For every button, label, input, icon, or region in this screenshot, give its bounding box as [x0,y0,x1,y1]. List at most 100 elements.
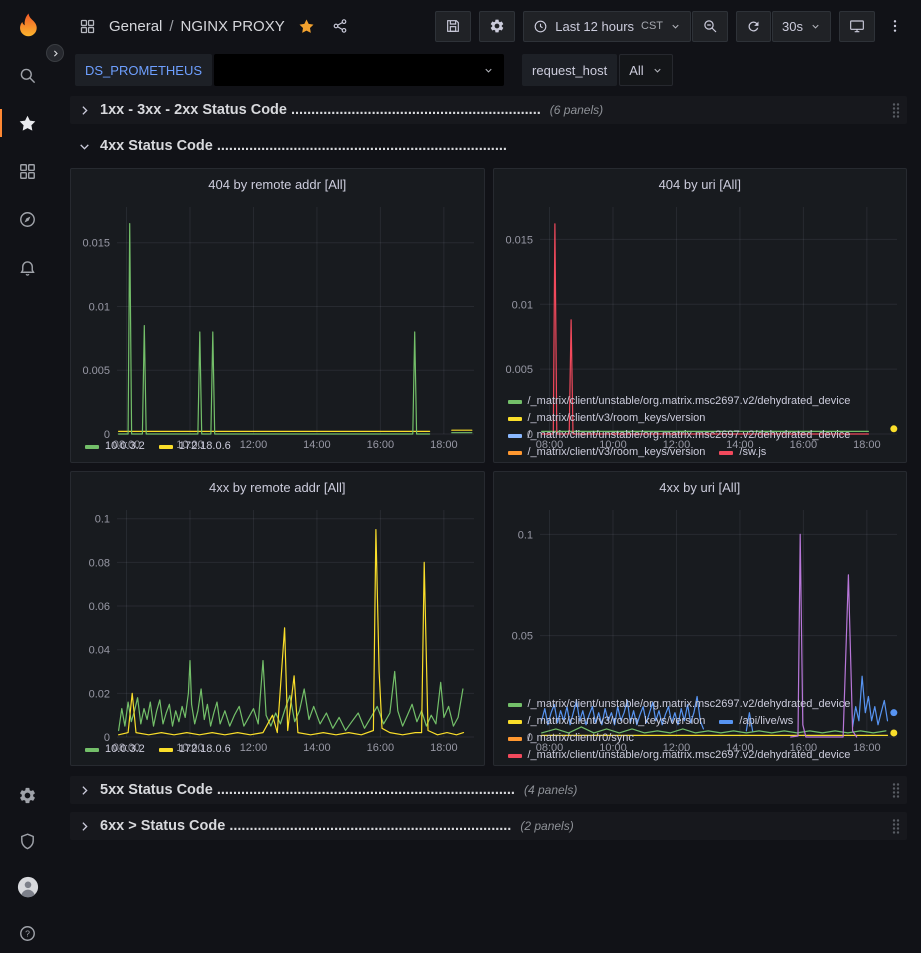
apps-icon [18,162,37,181]
legend-item[interactable]: /_matrix/client/r0/sync [508,731,634,746]
chevron-down-icon [810,21,821,32]
dashboard-settings-button[interactable] [479,11,515,42]
chart-404-by-uri[interactable]: 08:0010:0012:0014:0016:0018:0000.0050.01… [494,199,907,392]
legend-item[interactable]: /sw.js [719,445,766,460]
zoom-out-icon [702,18,718,34]
sidebar-item-alerting[interactable] [0,257,55,277]
favorite-star-button[interactable] [294,14,319,39]
breadcrumb-section[interactable]: General [109,18,162,35]
time-range-picker[interactable]: Last 12 hours CST [523,11,691,42]
zoom-out-button[interactable] [692,11,728,42]
refresh-interval-picker[interactable]: 30s [772,11,831,42]
kebab-menu-button[interactable] [883,14,907,38]
legend-item[interactable]: /_matrix/client/unstable/org.matrix.msc2… [508,697,851,712]
dashboard-row-6xx[interactable]: 6xx > Status Code ......................… [70,812,907,840]
dashboard-row-1xx-3xx-2xx[interactable]: 1xx - 3xx - 2xx Status Code ............… [70,96,907,124]
chevron-down-icon [670,21,681,32]
chart-svg: 08:0010:0012:0014:0016:0018:0000.0050.01… [71,199,484,452]
legend: 10.0.3.2 172.18.0.6 [71,740,484,765]
datasource-value-dropdown[interactable] [214,54,504,86]
svg-text:0.1: 0.1 [95,514,110,526]
sidebar-item-starred[interactable] [0,113,55,133]
legend-item[interactable]: 10.0.3.2 [85,439,145,454]
active-section-indicator [0,109,2,137]
legend-item[interactable]: /_matrix/client/v3/room_keys/version [508,714,706,729]
chart-404-by-remote-addr[interactable]: 08:0010:0012:0014:0016:0018:0000.0050.01… [71,199,484,437]
chevron-right-icon [51,49,60,58]
gear-icon [18,786,37,805]
timezone-badge: CST [641,20,663,32]
legend-swatch [719,720,733,724]
legend-swatch [508,451,522,455]
panel-title-bar[interactable]: 404 by remote addr [All] [71,169,484,199]
panel-title-bar[interactable]: 4xx by remote addr [All] [71,472,484,502]
legend-item[interactable]: /api/live/ws [719,714,793,729]
save-icon [445,18,461,34]
sidebar-item-dashboards[interactable] [0,161,55,181]
sidebar-item-explore[interactable] [0,209,55,229]
legend-item[interactable]: /_matrix/client/unstable/org.matrix.msc2… [508,394,851,409]
chevron-down-icon [483,65,494,76]
panel-title: 404 by uri [All] [659,177,741,192]
sidebar-item-server-admin[interactable] [0,831,55,851]
legend-item[interactable]: /_matrix/client/v3/room_keys/version [508,445,706,460]
chart-4xx-by-uri[interactable]: 08:0010:0012:0014:0016:0018:0000.050.1 [494,502,907,695]
legend-item[interactable]: 172.18.0.6 [159,439,231,454]
legend-label: /_matrix/client/unstable/org.matrix.msc2… [528,748,851,763]
star-icon [298,18,315,35]
dashboard-row-5xx[interactable]: 5xx Status Code ........................… [70,776,907,804]
panel-title-bar[interactable]: 4xx by uri [All] [494,472,907,502]
bell-icon [18,258,37,277]
sidebar-nav [0,65,55,277]
sidebar-item-profile[interactable] [0,877,55,897]
legend-label: /sw.js [739,445,766,460]
legend-label: /_matrix/client/v3/room_keys/version [528,411,706,426]
svg-text:0.02: 0.02 [89,688,110,700]
refresh-button[interactable] [736,11,771,42]
dashboard-row-4xx[interactable]: 4xx Status Code ........................… [70,132,907,160]
gear-icon [489,18,505,34]
row-drag-handle[interactable] [891,102,901,118]
chevron-right-icon [78,104,91,117]
grafana-logo[interactable] [13,11,43,41]
chart-4xx-by-remote-addr[interactable]: 08:0010:0012:0014:0016:0018:0000.020.040… [71,502,484,740]
tv-mode-button[interactable] [839,11,875,42]
kebab-icon [887,18,903,34]
legend-swatch [719,451,733,455]
legend-item[interactable]: 10.0.3.2 [85,742,145,757]
save-dashboard-button[interactable] [435,11,471,42]
monitor-icon [849,18,865,34]
legend-swatch [508,400,522,404]
legend-label: 10.0.3.2 [105,742,145,757]
panel-404-by-uri: 404 by uri [All] 08:0010:0012:0014:0016:… [493,168,908,463]
sidebar: ? [0,0,55,953]
row-panel-count: (6 panels) [550,103,603,117]
row-title: 4xx Status Code ........................… [100,138,507,154]
variable-label-datasource[interactable]: DS_PROMETHEUS [75,54,212,86]
sidebar-item-help[interactable]: ? [0,923,55,943]
legend-item[interactable]: /_matrix/client/v3/room_keys/version [508,411,706,426]
sidebar-item-search[interactable] [0,65,55,85]
legend-swatch [85,445,99,449]
variable-label-request-host[interactable]: request_host [522,54,617,86]
svg-text:0.01: 0.01 [511,299,532,311]
apps-icon [75,14,100,39]
legend-swatch [508,737,522,741]
row-drag-handle[interactable] [891,782,901,798]
panel-title-bar[interactable]: 404 by uri [All] [494,169,907,199]
row-title: 5xx Status Code ........................… [100,782,515,798]
share-button[interactable] [328,14,352,38]
sidebar-item-configuration[interactable] [0,785,55,805]
legend-item[interactable]: /_matrix/client/unstable/org.matrix.msc2… [508,428,851,443]
request-host-dropdown[interactable]: All [619,54,672,86]
row-drag-handle[interactable] [891,818,901,834]
sidebar-expand-button[interactable] [46,44,64,62]
chevron-down-icon [78,140,91,153]
legend-item[interactable]: /_matrix/client/unstable/org.matrix.msc2… [508,748,851,763]
breadcrumb-title[interactable]: NGINX PROXY [181,18,285,35]
row-panel-count: (4 panels) [524,783,577,797]
legend-item[interactable]: 172.18.0.6 [159,742,231,757]
legend-label: 10.0.3.2 [105,439,145,454]
share-icon [332,18,348,34]
legend-swatch [159,748,173,752]
